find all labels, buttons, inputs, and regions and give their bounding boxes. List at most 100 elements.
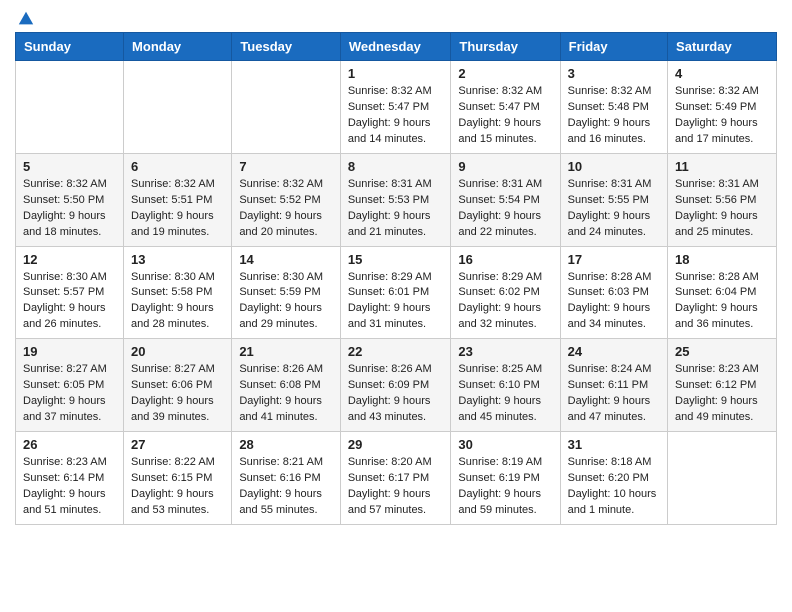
calendar-cell: 12 Sunrise: 8:30 AM Sunset: 5:57 PM Dayli… [16,246,124,339]
calendar-cell: 15 Sunrise: 8:29 AM Sunset: 6:01 PM Dayli… [340,246,451,339]
calendar-cell: 10Sunrise: 8:31 AM Sunset: 5:55 PM Dayli… [560,153,667,246]
calendar-cell: 14 Sunrise: 8:30 AM Sunset: 5:59 PM Dayli… [232,246,341,339]
day-number: 24 [568,344,660,359]
day-info: Sunrise: 8:31 AM Sunset: 5:56 PM Dayligh… [675,177,769,241]
col-monday: Monday [124,33,232,61]
day-number: 20 [131,344,224,359]
day-number: 25 [675,344,769,359]
day-number: 29 [348,437,444,452]
day-info: Sunrise: 8:32 AM Sunset: 5:47 PM Dayligh… [458,84,552,148]
calendar-cell [16,61,124,154]
calendar: Sunday Monday Tuesday Wednesday Thursday… [15,32,777,525]
day-number: 28 [239,437,333,452]
day-number: 26 [23,437,116,452]
calendar-cell: 1 Sunrise: 8:32 AM Sunset: 5:47 PM Daylig… [340,61,451,154]
day-info: Sunrise: 8:23 AM Sunset: 6:14 PM Dayligh… [23,455,116,519]
day-info: Sunrise: 8:29 AM Sunset: 6:01 PM Dayligh… [348,270,444,334]
calendar-cell: 6Sunrise: 8:32 AM Sunset: 5:51 PM Daylig… [124,153,232,246]
calendar-cell: 23 Sunrise: 8:25 AM Sunset: 6:10 PM Dayli… [451,339,560,432]
day-info: Sunrise: 8:22 AM Sunset: 6:15 PM Dayligh… [131,455,224,519]
day-info: Sunrise: 8:26 AM Sunset: 6:09 PM Dayligh… [348,362,444,426]
col-saturday: Saturday [668,33,777,61]
day-info: Sunrise: 8:21 AM Sunset: 6:16 PM Dayligh… [239,455,333,519]
calendar-cell: 4 Sunrise: 8:32 AM Sunset: 5:49 PM Daylig… [668,61,777,154]
day-info: Sunrise: 8:32 AM Sunset: 5:52 PM Dayligh… [239,177,333,241]
day-info: Sunrise: 8:30 AM Sunset: 5:58 PM Dayligh… [131,270,224,334]
calendar-cell: 5Sunrise: 8:32 AM Sunset: 5:50 PM Daylig… [16,153,124,246]
day-number: 11 [675,159,769,174]
day-number: 3 [568,66,660,81]
calendar-cell: 31 Sunrise: 8:18 AM Sunset: 6:20 PM Dayli… [560,432,667,525]
day-number: 16 [458,252,552,267]
calendar-cell: 7 Sunrise: 8:32 AM Sunset: 5:52 PM Daylig… [232,153,341,246]
calendar-cell: 9Sunrise: 8:31 AM Sunset: 5:54 PM Daylig… [451,153,560,246]
calendar-cell: 13 Sunrise: 8:30 AM Sunset: 5:58 PM Dayli… [124,246,232,339]
day-number: 23 [458,344,552,359]
calendar-cell [232,61,341,154]
calendar-cell: 26 Sunrise: 8:23 AM Sunset: 6:14 PM Dayli… [16,432,124,525]
calendar-cell: 30 Sunrise: 8:19 AM Sunset: 6:19 PM Dayli… [451,432,560,525]
col-wednesday: Wednesday [340,33,451,61]
calendar-cell: 22Sunrise: 8:26 AM Sunset: 6:09 PM Dayli… [340,339,451,432]
day-info: Sunrise: 8:27 AM Sunset: 6:06 PM Dayligh… [131,362,224,426]
day-info: Sunrise: 8:27 AM Sunset: 6:05 PM Dayligh… [23,362,116,426]
day-info: Sunrise: 8:32 AM Sunset: 5:47 PM Dayligh… [348,84,444,148]
calendar-cell: 3 Sunrise: 8:32 AM Sunset: 5:48 PM Daylig… [560,61,667,154]
day-info: Sunrise: 8:20 AM Sunset: 6:17 PM Dayligh… [348,455,444,519]
day-number: 31 [568,437,660,452]
calendar-cell: 16 Sunrise: 8:29 AM Sunset: 6:02 PM Dayli… [451,246,560,339]
day-info: Sunrise: 8:25 AM Sunset: 6:10 PM Dayligh… [458,362,552,426]
day-info: Sunrise: 8:24 AM Sunset: 6:11 PM Dayligh… [568,362,660,426]
day-info: Sunrise: 8:18 AM Sunset: 6:20 PM Dayligh… [568,455,660,519]
day-number: 12 [23,252,116,267]
day-number: 30 [458,437,552,452]
day-number: 10 [568,159,660,174]
header [15,10,777,24]
day-number: 17 [568,252,660,267]
day-number: 4 [675,66,769,81]
day-info: Sunrise: 8:30 AM Sunset: 5:57 PM Dayligh… [23,270,116,334]
day-number: 14 [239,252,333,267]
calendar-cell: 28 Sunrise: 8:21 AM Sunset: 6:16 PM Dayli… [232,432,341,525]
calendar-cell: 8 Sunrise: 8:31 AM Sunset: 5:53 PM Daylig… [340,153,451,246]
day-info: Sunrise: 8:32 AM Sunset: 5:48 PM Dayligh… [568,84,660,148]
day-number: 5 [23,159,116,174]
calendar-cell: 19Sunrise: 8:27 AM Sunset: 6:05 PM Dayli… [16,339,124,432]
calendar-cell: 27 Sunrise: 8:22 AM Sunset: 6:15 PM Dayli… [124,432,232,525]
day-info: Sunrise: 8:28 AM Sunset: 6:04 PM Dayligh… [675,270,769,334]
calendar-cell [668,432,777,525]
day-number: 7 [239,159,333,174]
calendar-cell: 25 Sunrise: 8:23 AM Sunset: 6:12 PM Dayli… [668,339,777,432]
day-info: Sunrise: 8:30 AM Sunset: 5:59 PM Dayligh… [239,270,333,334]
calendar-header-row: Sunday Monday Tuesday Wednesday Thursday… [16,33,777,61]
calendar-cell: 18 Sunrise: 8:28 AM Sunset: 6:04 PM Dayli… [668,246,777,339]
day-number: 13 [131,252,224,267]
day-number: 9 [458,159,552,174]
day-info: Sunrise: 8:19 AM Sunset: 6:19 PM Dayligh… [458,455,552,519]
col-tuesday: Tuesday [232,33,341,61]
logo-icon [17,10,35,28]
col-thursday: Thursday [451,33,560,61]
day-info: Sunrise: 8:32 AM Sunset: 5:51 PM Dayligh… [131,177,224,241]
day-info: Sunrise: 8:26 AM Sunset: 6:08 PM Dayligh… [239,362,333,426]
calendar-week-row: 12 Sunrise: 8:30 AM Sunset: 5:57 PM Dayli… [16,246,777,339]
col-friday: Friday [560,33,667,61]
day-info: Sunrise: 8:31 AM Sunset: 5:53 PM Dayligh… [348,177,444,241]
day-info: Sunrise: 8:28 AM Sunset: 6:03 PM Dayligh… [568,270,660,334]
page: Sunday Monday Tuesday Wednesday Thursday… [0,0,792,540]
calendar-week-row: 19Sunrise: 8:27 AM Sunset: 6:05 PM Dayli… [16,339,777,432]
day-number: 1 [348,66,444,81]
day-number: 8 [348,159,444,174]
calendar-cell: 11 Sunrise: 8:31 AM Sunset: 5:56 PM Dayli… [668,153,777,246]
day-number: 27 [131,437,224,452]
day-number: 21 [239,344,333,359]
calendar-cell: 17 Sunrise: 8:28 AM Sunset: 6:03 PM Dayli… [560,246,667,339]
day-info: Sunrise: 8:32 AM Sunset: 5:49 PM Dayligh… [675,84,769,148]
day-number: 18 [675,252,769,267]
day-info: Sunrise: 8:23 AM Sunset: 6:12 PM Dayligh… [675,362,769,426]
calendar-cell: 29 Sunrise: 8:20 AM Sunset: 6:17 PM Dayli… [340,432,451,525]
day-number: 15 [348,252,444,267]
day-info: Sunrise: 8:29 AM Sunset: 6:02 PM Dayligh… [458,270,552,334]
logo [15,10,35,24]
calendar-week-row: 1 Sunrise: 8:32 AM Sunset: 5:47 PM Daylig… [16,61,777,154]
